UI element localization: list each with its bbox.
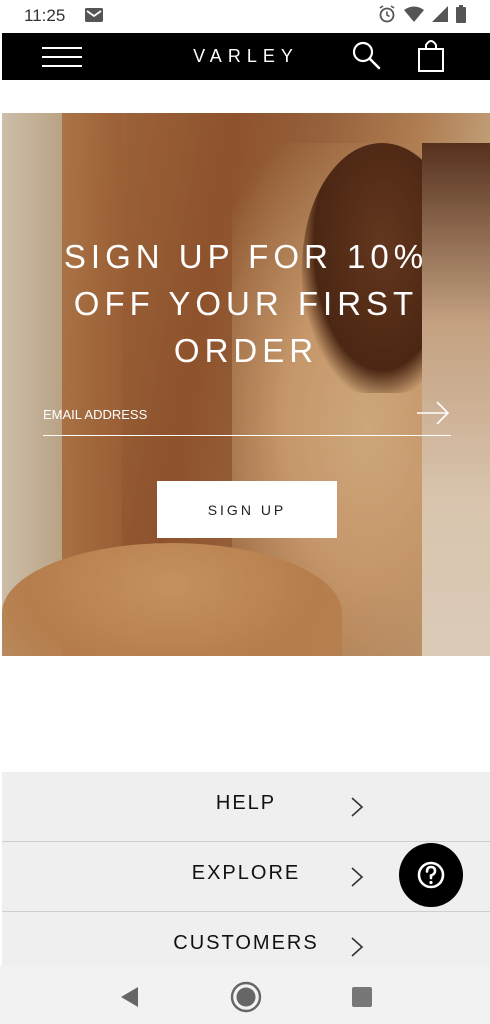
- search-icon[interactable]: [350, 39, 384, 73]
- home-icon[interactable]: [230, 981, 262, 1013]
- alarm-icon: [379, 5, 395, 23]
- email-field-row[interactable]: [43, 395, 451, 436]
- wifi-icon: [404, 6, 424, 22]
- shopping-bag-icon[interactable]: [416, 37, 446, 73]
- hero-title: SIGN UP FOR 10% OFF YOUR FIRST ORDER: [63, 238, 429, 369]
- top-navigation-bar: VARLEY: [2, 33, 490, 80]
- email-field[interactable]: [43, 401, 403, 427]
- status-bar: 11:25: [0, 0, 490, 33]
- chevron-right-icon: [351, 867, 364, 887]
- system-navigation-bar: [0, 965, 490, 1024]
- back-icon[interactable]: [118, 985, 142, 1009]
- footer-item-label: CUSTOMERS: [173, 932, 319, 954]
- sign-up-button[interactable]: SIGN UP: [157, 481, 337, 538]
- signal-icon: [432, 6, 448, 22]
- question-mark-icon: [417, 861, 445, 889]
- arrow-right-icon[interactable]: [415, 399, 451, 427]
- status-time: 11:25: [24, 6, 66, 25]
- hero-signup-banner: SIGN UP FOR 10% OFF YOUR FIRST ORDER SIG…: [2, 113, 490, 656]
- status-icons: [378, 5, 466, 23]
- footer-item-help[interactable]: HELP: [2, 772, 490, 842]
- chevron-right-icon: [351, 937, 364, 957]
- recents-icon[interactable]: [352, 987, 372, 1007]
- help-button[interactable]: [399, 843, 463, 907]
- battery-icon: [456, 5, 466, 23]
- mail-icon: [85, 8, 103, 22]
- chevron-right-icon: [351, 797, 364, 817]
- footer-item-label: HELP: [215, 792, 277, 814]
